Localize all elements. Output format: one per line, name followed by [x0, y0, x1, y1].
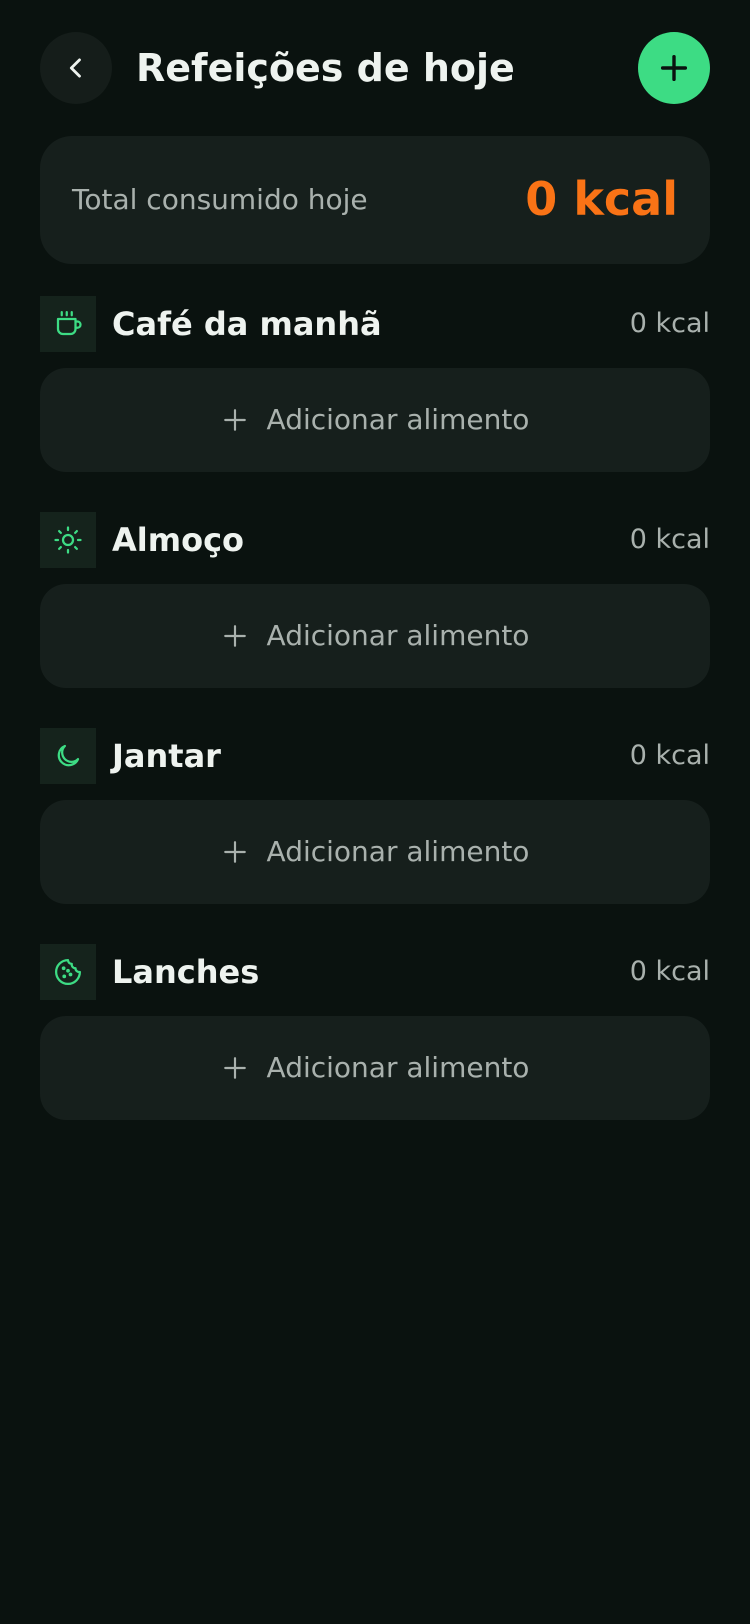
meal-section-snacks: Lanches 0 kcal Adicionar alimento	[40, 944, 710, 1150]
moon-icon	[57, 744, 80, 767]
meal-kcal: 0 kcal	[629, 740, 710, 771]
meal-name: Café da manhã	[112, 305, 382, 343]
plus-icon	[221, 406, 249, 434]
add-food-button-lunch[interactable]: Adicionar alimento	[40, 584, 710, 688]
meal-icon-container	[40, 944, 96, 1000]
meal-icon-container	[40, 512, 96, 568]
meal-icon-container	[40, 728, 96, 784]
add-meal-button[interactable]	[638, 32, 710, 104]
add-food-label: Adicionar alimento	[266, 403, 530, 436]
add-food-label: Adicionar alimento	[266, 1051, 530, 1084]
chevron-left-icon	[69, 58, 81, 78]
daily-total-value: 0 kcal	[525, 172, 678, 226]
page-title: Refeições de hoje	[136, 46, 515, 90]
sun-icon	[54, 526, 82, 554]
meal-kcal: 0 kcal	[629, 308, 710, 339]
cookie-icon	[55, 959, 81, 985]
add-food-button-snacks[interactable]: Adicionar alimento	[40, 1016, 710, 1120]
back-button[interactable]	[40, 32, 112, 104]
add-food-label: Adicionar alimento	[266, 619, 530, 652]
meal-name: Lanches	[112, 953, 260, 991]
daily-total-card: Total consumido hoje 0 kcal	[40, 136, 710, 264]
add-food-button-breakfast[interactable]: Adicionar alimento	[40, 368, 710, 472]
meal-kcal: 0 kcal	[629, 524, 710, 555]
meal-kcal: 0 kcal	[629, 956, 710, 987]
plus-icon	[221, 622, 249, 650]
coffee-cup-icon	[56, 311, 82, 336]
header: Refeições de hoje	[40, 32, 710, 104]
plus-icon	[221, 1054, 249, 1082]
add-food-label: Adicionar alimento	[266, 835, 530, 868]
add-food-button-dinner[interactable]: Adicionar alimento	[40, 800, 710, 904]
meal-section-lunch: Almoço 0 kcal Adicionar alimento	[40, 512, 710, 718]
meal-name: Almoço	[112, 521, 245, 559]
meal-section-dinner: Jantar 0 kcal Adicionar alimento	[40, 728, 710, 934]
daily-total-label: Total consumido hoje	[72, 183, 368, 216]
plus-icon	[221, 838, 249, 866]
plus-icon	[660, 54, 688, 82]
meal-icon-container	[40, 296, 96, 352]
meal-name: Jantar	[112, 737, 221, 775]
meal-section-breakfast: Café da manhã 0 kcal Adicionar alimento	[40, 296, 710, 502]
